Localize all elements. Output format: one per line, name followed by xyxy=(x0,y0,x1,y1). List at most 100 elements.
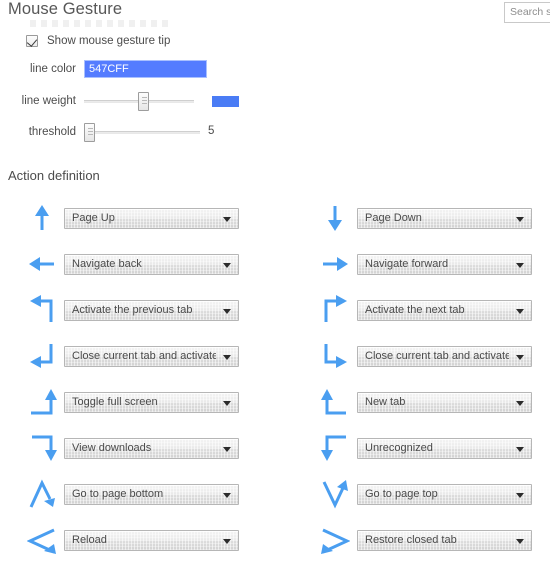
up-then-down-icon xyxy=(20,476,64,512)
action-select-value: Activate the next tab xyxy=(365,303,465,316)
action-select-right-5[interactable]: New tab xyxy=(357,391,532,413)
action-select-value: Close current tab and activate t xyxy=(72,349,216,362)
action-select-value: Navigate forward xyxy=(365,257,449,270)
gesture-action-right-4: Close current tab and activate t xyxy=(313,338,532,374)
line-weight-slider[interactable] xyxy=(84,92,244,111)
arrow-down-icon xyxy=(313,200,357,236)
gesture-action-right-5: New tab xyxy=(313,384,532,420)
chevron-down-icon[interactable] xyxy=(223,538,231,544)
action-select-left-5[interactable]: Toggle full screen xyxy=(64,391,239,413)
down-then-up-icon xyxy=(313,476,357,512)
gesture-action-left-1: Page Up xyxy=(20,200,239,236)
chevron-down-icon[interactable] xyxy=(223,400,231,406)
show-mouse-gesture-tip-row[interactable]: Show mouse gesture tip xyxy=(26,35,170,47)
gesture-action-right-6: Unrecognized xyxy=(313,430,532,466)
up-then-left-icon xyxy=(20,292,64,328)
gesture-action-right-8: Restore closed tab xyxy=(313,522,532,558)
gesture-action-left-7: Go to page bottom xyxy=(20,476,239,512)
gesture-action-left-2: Navigate back xyxy=(20,246,239,282)
chevron-down-icon[interactable] xyxy=(516,538,524,544)
gesture-action-left-4: Close current tab and activate t xyxy=(20,338,239,374)
left-then-down-icon xyxy=(313,430,357,466)
action-select-value: Go to page bottom xyxy=(72,487,164,500)
line-color-label: line color xyxy=(29,63,76,75)
action-select-right-8[interactable]: Restore closed tab xyxy=(357,529,532,551)
gesture-action-left-3: Activate the previous tab xyxy=(20,292,239,328)
left-zigzag-icon xyxy=(20,522,64,558)
gesture-action-left-5: Toggle full screen xyxy=(20,384,239,420)
chevron-down-icon[interactable] xyxy=(516,446,524,452)
action-select-value: Reload xyxy=(72,533,107,546)
action-select-value: Page Up xyxy=(72,211,115,224)
action-select-value: View downloads xyxy=(72,441,152,454)
right-then-up-icon xyxy=(20,384,64,420)
chevron-down-icon[interactable] xyxy=(516,400,524,406)
arrow-left-icon xyxy=(20,246,64,282)
chevron-down-icon[interactable] xyxy=(223,492,231,498)
action-select-value: Navigate back xyxy=(72,257,142,270)
page-title: Mouse Gesture xyxy=(8,0,123,18)
arrow-up-icon xyxy=(20,200,64,236)
action-select-value: Toggle full screen xyxy=(72,395,158,408)
line-weight-label: line weight xyxy=(21,95,76,107)
action-select-right-3[interactable]: Activate the next tab xyxy=(357,299,532,321)
right-zigzag-icon xyxy=(313,522,357,558)
chevron-down-icon[interactable] xyxy=(516,492,524,498)
line-weight-row: line weight xyxy=(20,92,244,111)
action-select-value: Unrecognized xyxy=(365,441,433,454)
gesture-action-right-3: Activate the next tab xyxy=(313,292,532,328)
action-select-left-2[interactable]: Navigate back xyxy=(64,253,239,275)
title-underline-artifact xyxy=(30,20,170,27)
action-select-right-4[interactable]: Close current tab and activate t xyxy=(357,345,532,367)
action-select-right-6[interactable]: Unrecognized xyxy=(357,437,532,459)
search-settings-input[interactable]: Search se xyxy=(504,2,550,23)
action-select-left-4[interactable]: Close current tab and activate t xyxy=(64,345,239,367)
action-select-value: Activate the previous tab xyxy=(72,303,193,316)
threshold-row: threshold 5 xyxy=(20,123,215,142)
settings-page: Mouse Gesture Search se Show mouse gestu… xyxy=(0,0,550,564)
action-select-value: Go to page top xyxy=(365,487,438,500)
chevron-down-icon[interactable] xyxy=(223,308,231,314)
gesture-action-right-1: Page Down xyxy=(313,200,532,236)
action-select-value: New tab xyxy=(365,395,406,408)
action-select-right-7[interactable]: Go to page top xyxy=(357,483,532,505)
line-color-input[interactable]: 547CFF xyxy=(84,60,207,78)
left-then-up-icon xyxy=(313,384,357,420)
action-select-left-6[interactable]: View downloads xyxy=(64,437,239,459)
gesture-action-right-2: Navigate forward xyxy=(313,246,532,282)
right-then-down-icon xyxy=(20,430,64,466)
line-weight-preview-swatch xyxy=(212,96,239,107)
action-select-value: Close current tab and activate t xyxy=(365,349,509,362)
line-color-row: line color 547CFF xyxy=(20,60,207,78)
gesture-action-left-6: View downloads xyxy=(20,430,239,466)
chevron-down-icon[interactable] xyxy=(516,308,524,314)
action-select-right-2[interactable]: Navigate forward xyxy=(357,253,532,275)
threshold-slider-track[interactable] xyxy=(90,131,200,134)
threshold-slider-thumb[interactable] xyxy=(84,123,95,142)
chevron-down-icon[interactable] xyxy=(516,354,524,360)
chevron-down-icon[interactable] xyxy=(223,354,231,360)
threshold-label: threshold xyxy=(28,126,76,138)
action-select-left-1[interactable]: Page Up xyxy=(64,207,239,229)
chevron-down-icon[interactable] xyxy=(223,216,231,222)
action-select-left-7[interactable]: Go to page bottom xyxy=(64,483,239,505)
show-mouse-gesture-tip-label: Show mouse gesture tip xyxy=(47,35,171,47)
line-weight-slider-thumb[interactable] xyxy=(138,92,149,111)
action-definition-heading: Action definition xyxy=(8,168,100,183)
gesture-action-left-8: Reload xyxy=(20,522,239,558)
show-mouse-gesture-tip-checkbox[interactable] xyxy=(26,35,38,47)
threshold-value: 5 xyxy=(208,125,215,137)
chevron-down-icon[interactable] xyxy=(223,262,231,268)
arrow-right-icon xyxy=(313,246,357,282)
down-then-right-icon xyxy=(313,338,357,374)
threshold-slider[interactable]: 5 xyxy=(84,123,215,142)
gesture-action-right-7: Go to page top xyxy=(313,476,532,512)
down-then-left-icon xyxy=(20,338,64,374)
action-select-left-8[interactable]: Reload xyxy=(64,529,239,551)
chevron-down-icon[interactable] xyxy=(516,262,524,268)
action-select-value: Page Down xyxy=(365,211,422,224)
chevron-down-icon[interactable] xyxy=(516,216,524,222)
action-select-left-3[interactable]: Activate the previous tab xyxy=(64,299,239,321)
chevron-down-icon[interactable] xyxy=(223,446,231,452)
action-select-right-1[interactable]: Page Down xyxy=(357,207,532,229)
